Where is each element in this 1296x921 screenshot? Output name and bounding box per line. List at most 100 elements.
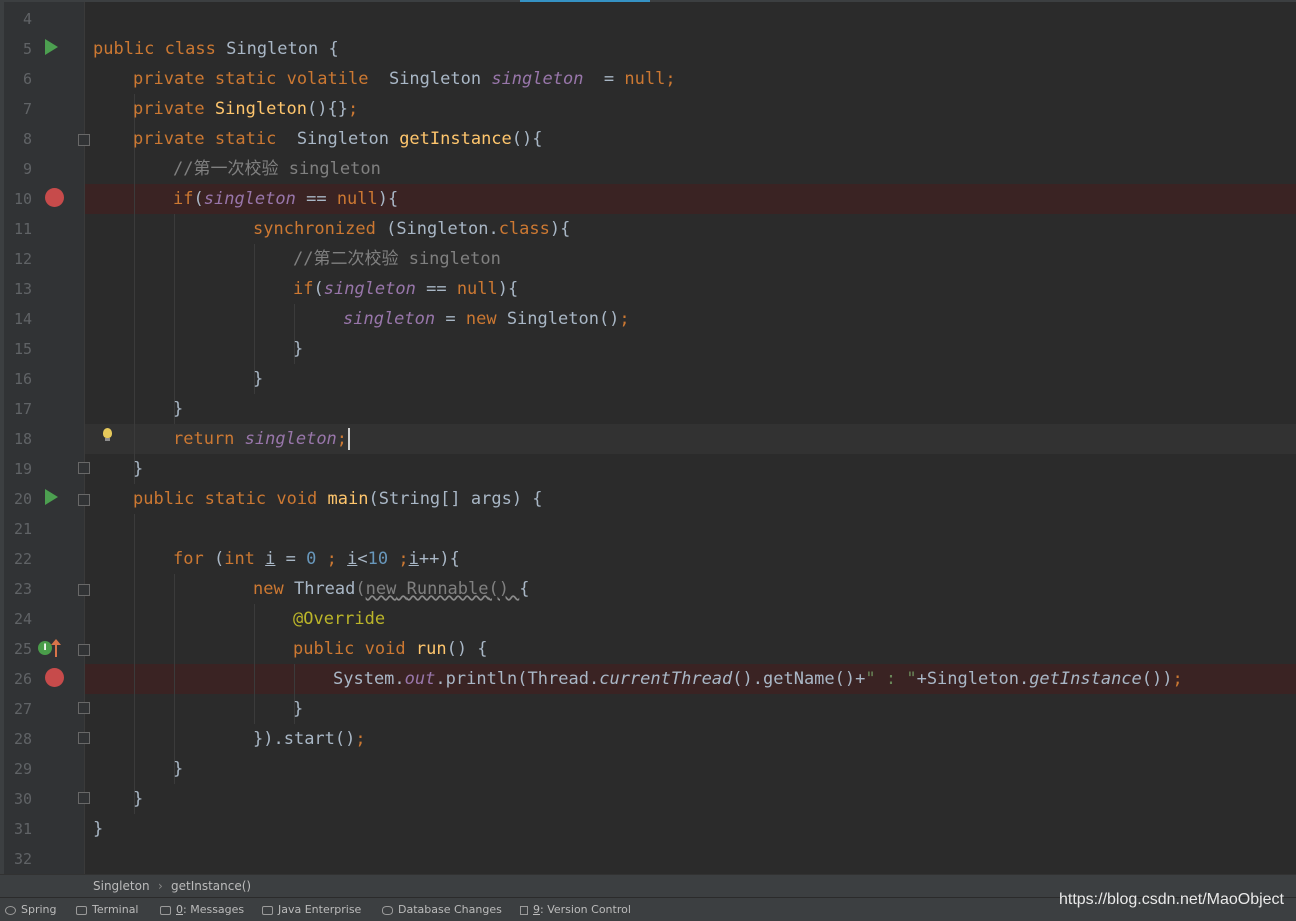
line-number: 12: [13, 250, 32, 268]
line-number: 18: [13, 430, 32, 448]
tool-mnemonic: 0: [176, 903, 183, 916]
code-line[interactable]: }: [133, 454, 143, 484]
code-token: if: [293, 279, 314, 299]
code-token: Singleton: [226, 39, 319, 59]
code-token: int: [224, 549, 255, 569]
tool-version-control[interactable]: 9: Version Control: [520, 898, 631, 921]
code-line[interactable]: }: [253, 364, 263, 394]
code-line[interactable]: private Singleton(){};: [133, 94, 358, 124]
code-token: public: [293, 639, 355, 659]
tool-java-enterprise[interactable]: Java Enterprise: [262, 898, 361, 921]
code-line[interactable]: }: [93, 814, 103, 844]
code-line[interactable]: }: [293, 334, 303, 364]
line-number: 11: [13, 220, 32, 238]
code-line[interactable]: if(singleton == null){: [173, 184, 398, 214]
database-icon: [382, 905, 393, 915]
code-line[interactable]: synchronized (Singleton.class){: [253, 214, 570, 244]
code-token: " : ": [865, 669, 917, 689]
code-line[interactable]: public static void main(String[] args) {: [133, 484, 543, 514]
line-number: 32: [13, 850, 32, 868]
code-token: out: [404, 669, 436, 689]
line-number: 26: [13, 670, 32, 688]
tool-terminal[interactable]: Terminal: [76, 898, 139, 921]
code-token: for: [173, 549, 204, 569]
code-line[interactable]: return singleton;: [173, 424, 351, 454]
tool-label: Java Enterprise: [278, 903, 362, 916]
code-token: getInstance: [1029, 669, 1142, 689]
code-token: Singleton: [926, 669, 1019, 689]
code-token: getName: [763, 669, 835, 689]
code-token: i: [265, 549, 276, 569]
code-line[interactable]: }: [293, 694, 303, 724]
code-token: private: [133, 99, 205, 119]
line-number: 6: [22, 70, 32, 88]
code-line[interactable]: singleton = new Singleton();: [343, 304, 630, 334]
code-token: public: [93, 39, 155, 59]
code-token: run: [415, 639, 447, 659]
code-token: null: [456, 279, 498, 299]
code-token: class: [164, 39, 216, 59]
line-number: 5: [22, 40, 32, 58]
code-token: static: [214, 129, 277, 149]
breadcrumb-class[interactable]: Singleton: [93, 875, 150, 897]
code-line[interactable]: }: [173, 394, 183, 424]
code-token: Thread: [293, 579, 356, 599]
spring-icon: [5, 905, 16, 915]
tool-messages[interactable]: 0: Messages: [160, 898, 244, 921]
code-line[interactable]: for (int i = 0 ; i<10 ;i++){: [173, 544, 460, 574]
code-token: Singleton: [396, 219, 489, 239]
line-number: 9: [22, 160, 32, 178]
code-token: null: [336, 189, 378, 209]
code-line[interactable]: }).start();: [253, 724, 366, 754]
line-number: 31: [13, 820, 32, 838]
code-line[interactable]: private static volatile Singleton single…: [133, 64, 676, 94]
code-token: if: [173, 189, 194, 209]
line-number: 23: [13, 580, 32, 598]
line-number: 19: [13, 460, 32, 478]
code-line[interactable]: }: [173, 754, 183, 784]
line-number: 8: [22, 130, 32, 148]
messages-icon: [160, 905, 171, 915]
code-token: singleton: [491, 69, 584, 89]
tool-label: : Messages: [183, 903, 245, 916]
line-number: 7: [22, 100, 32, 118]
chevron-right-icon: ›: [158, 879, 163, 893]
tool-label: Spring: [21, 903, 57, 916]
code-token: String[] args: [378, 489, 512, 509]
line-number: 4: [22, 10, 32, 28]
code-line[interactable]: private static Singleton getInstance(){: [133, 124, 543, 154]
line-number: 17: [13, 400, 32, 418]
code-line[interactable]: System.out.println(Thread.currentThread(…: [333, 664, 1183, 694]
code-token: void: [276, 489, 318, 509]
code-line[interactable]: new Thread(new Runnable() {: [253, 574, 529, 604]
code-line[interactable]: }: [133, 784, 143, 814]
tool-spring[interactable]: Spring: [5, 898, 57, 921]
code-token: public: [133, 489, 195, 509]
line-number: 29: [13, 760, 32, 778]
tool-window-bar: Spring Terminal 0: Messages Java Enterpr…: [0, 891, 1296, 921]
code-token: private: [133, 69, 205, 89]
line-number: 30: [13, 790, 32, 808]
code-token: new: [253, 579, 284, 599]
code-line[interactable]: public class Singleton {: [93, 34, 339, 64]
line-number: 20: [13, 490, 32, 508]
code-token: getInstance: [399, 129, 512, 149]
code-token: static: [204, 489, 267, 509]
code-line[interactable]: if(singleton == null){: [293, 274, 518, 304]
tool-label: Terminal: [92, 903, 139, 916]
code-comment[interactable]: //第一次校验 singleton: [173, 154, 381, 184]
code-token: volatile: [286, 69, 369, 89]
tool-database-changes[interactable]: Database Changes: [382, 898, 502, 921]
line-number: 14: [13, 310, 32, 328]
terminal-icon: [76, 905, 87, 915]
code-comment[interactable]: //第二次校验 singleton: [293, 244, 501, 274]
text-caret: [348, 428, 351, 450]
code-token: System: [333, 669, 395, 689]
line-number: 24: [13, 610, 32, 628]
code-token: main: [327, 489, 369, 509]
code-annotation[interactable]: @Override: [293, 604, 385, 634]
code-token: i: [408, 549, 419, 569]
code-token: new: [365, 579, 397, 599]
breadcrumb-method[interactable]: getInstance(): [171, 875, 251, 897]
code-line[interactable]: public void run() {: [293, 634, 488, 664]
